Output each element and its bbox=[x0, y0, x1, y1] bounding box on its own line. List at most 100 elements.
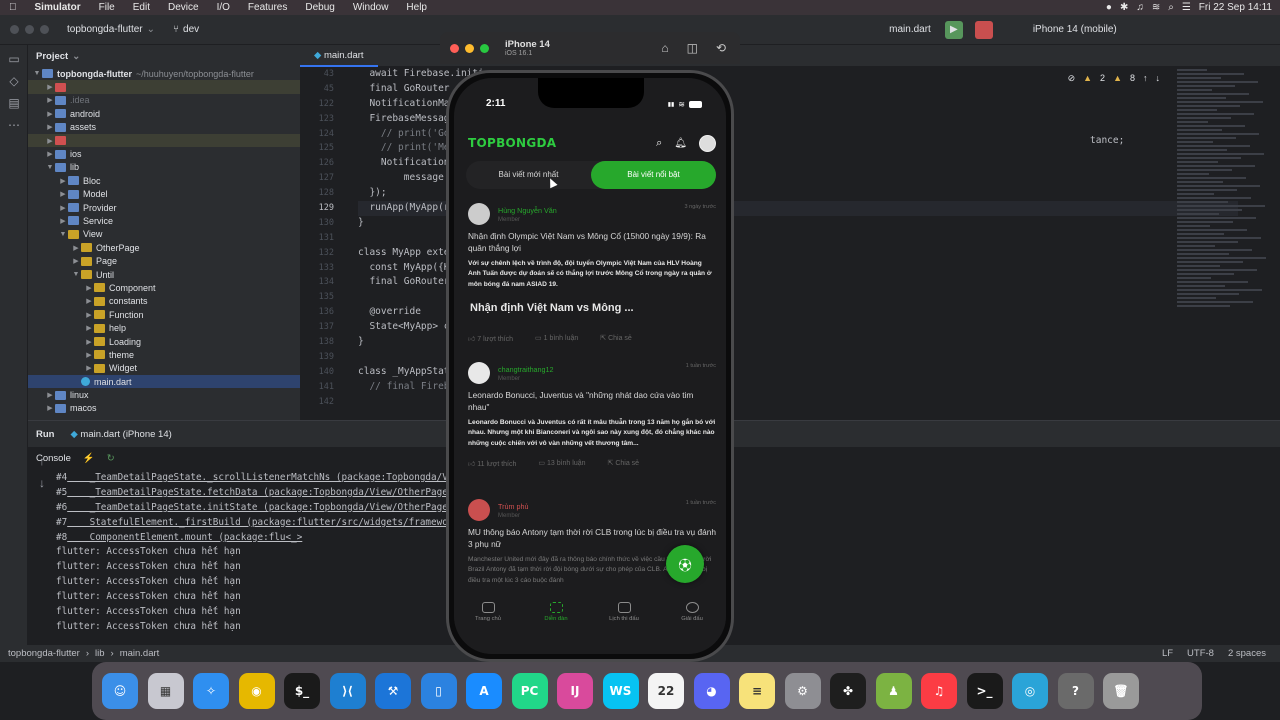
expand-arrow-icon[interactable]: ▶ bbox=[84, 284, 94, 292]
tree-item[interactable]: ▶ macos bbox=[28, 402, 300, 415]
project-panel-header[interactable]: Project ⌄ bbox=[28, 45, 300, 67]
wifi-icon[interactable]: ≋ bbox=[1152, 2, 1160, 13]
like-button[interactable]: 👍︎ 7 lượt thích bbox=[468, 334, 513, 343]
hot-reload-icon[interactable]: ⚡ bbox=[83, 453, 95, 464]
menu-device[interactable]: Device bbox=[159, 2, 208, 13]
device-selector[interactable]: iPhone 14 (mobile) bbox=[1033, 24, 1117, 35]
home-icon[interactable]: ⌂ bbox=[661, 41, 668, 55]
like-button[interactable]: 👍︎ 11 lượt thích bbox=[468, 459, 516, 468]
expand-arrow-icon[interactable]: ▶ bbox=[45, 110, 55, 118]
user-avatar[interactable] bbox=[699, 134, 716, 152]
eye-off-icon[interactable]: ⊘ bbox=[1068, 73, 1076, 84]
tree-item[interactable]: ▶ Function bbox=[28, 308, 300, 321]
menu-features[interactable]: Features bbox=[239, 2, 296, 13]
console-text[interactable]: StatefulElement._firstBuild (package:flu… bbox=[67, 517, 448, 528]
menu-edit[interactable]: Edit bbox=[124, 2, 159, 13]
run-tab[interactable]: ◆ main.dart (iPhone 14) bbox=[70, 429, 171, 440]
launchpad-icon[interactable]: ▦ bbox=[147, 673, 184, 709]
tree-item[interactable]: ▶ bbox=[28, 80, 300, 94]
expand-arrow-icon[interactable]: ▶ bbox=[45, 404, 55, 412]
line-separator[interactable]: LF bbox=[1162, 648, 1173, 659]
notes-icon[interactable]: ≡ bbox=[739, 673, 775, 709]
search-icon[interactable]: ⌕ bbox=[1168, 2, 1174, 13]
help-icon[interactable]: ? bbox=[1057, 673, 1094, 709]
expand-arrow-icon[interactable]: ▶ bbox=[58, 217, 68, 225]
expand-arrow-icon[interactable]: ▶ bbox=[84, 351, 94, 359]
share-button[interactable]: ⇱ Chia sẻ bbox=[608, 459, 640, 468]
tree-item[interactable]: ▶ OtherPage bbox=[28, 241, 300, 254]
tree-root[interactable]: ▼ topbongda-flutter ~/huuhuyen/topbongda… bbox=[28, 67, 300, 80]
compose-fab[interactable]: ⚽︎ bbox=[666, 545, 704, 583]
finder-icon[interactable]: ☺ bbox=[102, 673, 138, 709]
inspection-widget[interactable]: ⊘ ▲ 2 ▲ 8 ↑ ↓ bbox=[1068, 73, 1160, 84]
expand-arrow-icon[interactable]: ▶ bbox=[84, 364, 94, 372]
expand-arrow-icon[interactable]: ▶ bbox=[71, 257, 81, 265]
search-icon[interactable]: ⌕ bbox=[656, 137, 662, 150]
hot-restart-icon[interactable]: ↻ bbox=[107, 453, 115, 464]
tree-item[interactable]: ▼ lib bbox=[28, 161, 300, 174]
project-tool-icon[interactable]: ▭ bbox=[5, 51, 23, 67]
menu-io[interactable]: I/O bbox=[208, 2, 239, 13]
tree-item[interactable]: ▶ Model bbox=[28, 188, 300, 201]
expand-arrow-icon[interactable]: ▶ bbox=[71, 244, 81, 252]
clock[interactable]: Fri 22 Sep 14:11 bbox=[1199, 2, 1272, 13]
nav-home[interactable]: Trang chủ bbox=[454, 602, 522, 654]
safari-icon[interactable]: ✧ bbox=[193, 673, 229, 709]
tab-featured-posts[interactable]: Bài viết nổi bật bbox=[591, 161, 716, 189]
expand-arrow-icon[interactable]: ▶ bbox=[45, 391, 55, 399]
scroll-down-icon[interactable]: ↓ bbox=[33, 475, 51, 491]
tree-item[interactable]: ▶ Service bbox=[28, 214, 300, 227]
minimize-window-button[interactable] bbox=[25, 25, 34, 34]
calendar-icon[interactable]: 22 bbox=[648, 673, 684, 709]
terminal2-icon[interactable]: >_ bbox=[966, 673, 1003, 709]
chrome-icon[interactable]: ◉ bbox=[238, 673, 275, 709]
music-icon[interactable]: ♫ bbox=[921, 673, 957, 709]
tree-item[interactable]: ▶ Widget bbox=[28, 362, 300, 375]
simulator-icon[interactable]: ▯ bbox=[420, 673, 457, 709]
author-avatar[interactable] bbox=[468, 203, 490, 225]
tree-item[interactable]: ▼ Until bbox=[28, 268, 300, 281]
tree-item[interactable]: ▶ Page bbox=[28, 254, 300, 267]
tree-item[interactable]: ▶ assets bbox=[28, 121, 300, 134]
expand-arrow-icon[interactable]: ▶ bbox=[84, 297, 94, 305]
tree-item[interactable]: ▶ help bbox=[28, 321, 300, 334]
tree-item[interactable]: ▶ android bbox=[28, 107, 300, 120]
author-avatar[interactable] bbox=[468, 499, 490, 521]
next-highlight-icon[interactable]: ↓ bbox=[1156, 73, 1161, 84]
post-image-caption[interactable]: Nhận định Việt Nam vs Mông ... bbox=[470, 302, 716, 314]
breadcrumb-project[interactable]: topbongda-flutter bbox=[8, 648, 80, 659]
vscode-icon[interactable]: ⟩⟨ bbox=[329, 673, 366, 709]
edge-icon[interactable]: ◎ bbox=[1012, 673, 1048, 709]
tree-item[interactable]: ▶ Loading bbox=[28, 335, 300, 348]
comment-button[interactable]: ▭ 13 bình luận bbox=[538, 459, 585, 468]
stop-icon[interactable] bbox=[974, 20, 993, 39]
file-encoding[interactable]: UTF-8 bbox=[1187, 648, 1214, 659]
more-tools-icon[interactable]: ⋯ bbox=[5, 117, 23, 133]
record-icon[interactable]: ● bbox=[1106, 2, 1112, 13]
control-center-icon[interactable]: ☰ bbox=[1182, 2, 1191, 13]
breadcrumb-file[interactable]: main.dart bbox=[120, 648, 160, 659]
menu-window[interactable]: Window bbox=[344, 2, 398, 13]
webstorm-icon[interactable]: WS bbox=[602, 673, 639, 709]
project-selector[interactable]: topbongda-flutter bbox=[67, 24, 143, 35]
rotate-icon[interactable]: ⟲ bbox=[716, 41, 726, 55]
post-card[interactable]: changtraithang12 Member 1 tuần trước Leo… bbox=[468, 361, 716, 468]
app-logo[interactable]: TOPBONGDA bbox=[468, 136, 556, 150]
expand-arrow-icon[interactable]: ▶ bbox=[58, 190, 68, 198]
author-name[interactable]: Hùng Nguyễn Văn bbox=[498, 206, 557, 215]
intellij-icon[interactable]: IJ bbox=[557, 673, 593, 709]
system-settings-icon[interactable]: ⚙ bbox=[784, 673, 821, 709]
post-title[interactable]: Leonardo Bonucci, Juventus và "những nhá… bbox=[468, 389, 716, 413]
android-icon[interactable]: ♟ bbox=[875, 673, 912, 709]
expand-arrow-icon[interactable]: ▶ bbox=[58, 204, 68, 212]
close-window-button[interactable] bbox=[450, 43, 459, 53]
comment-button[interactable]: ▭ 1 bình luận bbox=[535, 334, 578, 343]
scroll-up-icon[interactable]: ↑ bbox=[33, 453, 51, 469]
discord-icon[interactable]: ◕ bbox=[693, 673, 730, 709]
expand-arrow-icon[interactable]: ▶ bbox=[84, 338, 94, 346]
minimap[interactable] bbox=[1177, 67, 1272, 420]
tree-item[interactable]: ▶ constants bbox=[28, 295, 300, 308]
post-card[interactable]: Hùng Nguyễn Văn Member 3 ngày trước Nhận… bbox=[468, 202, 716, 343]
menu-help[interactable]: Help bbox=[397, 2, 436, 13]
indent-setting[interactable]: 2 spaces bbox=[1228, 648, 1266, 659]
